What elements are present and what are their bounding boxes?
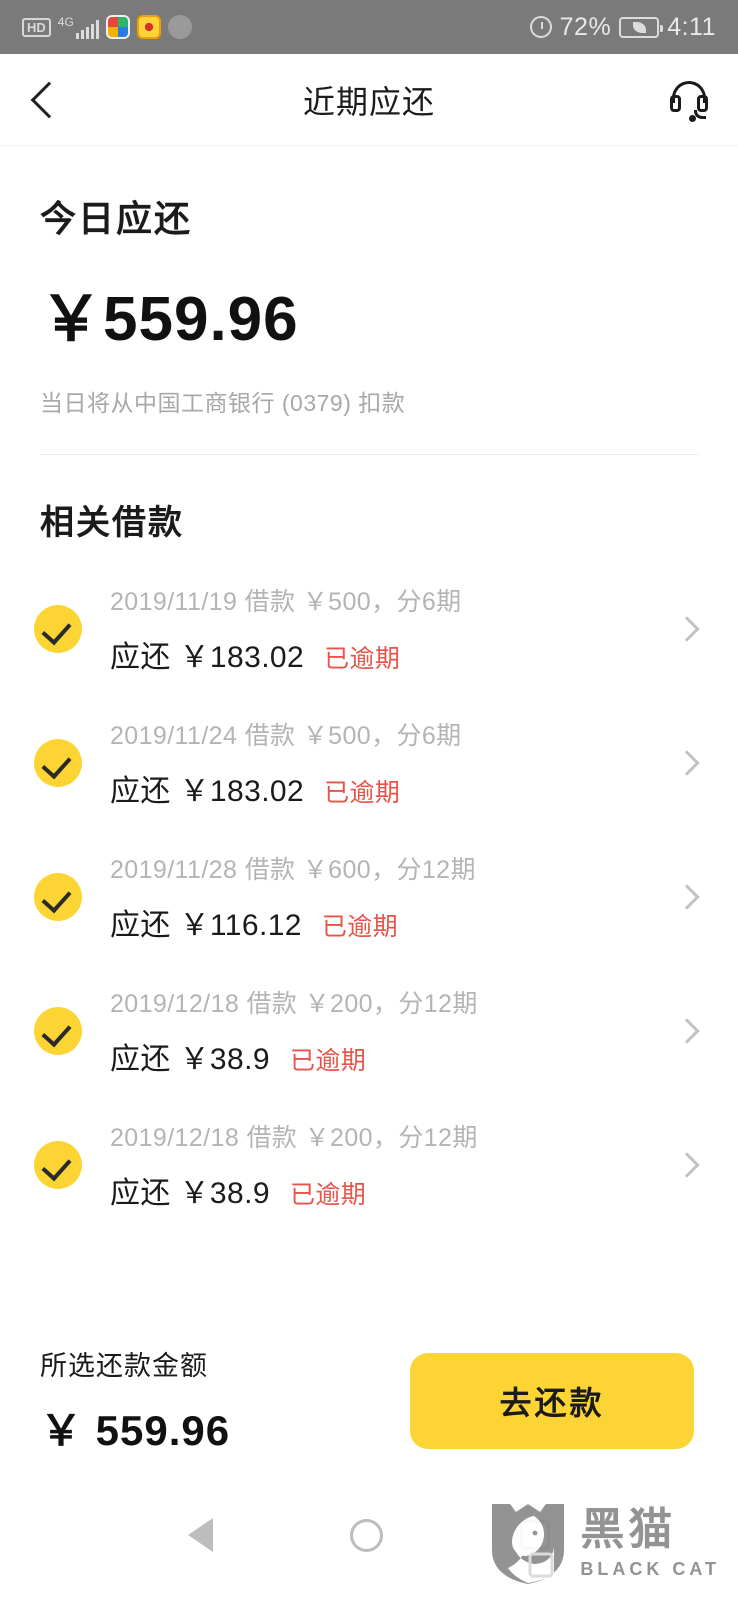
loan-due-row: 应还 ￥183.02 已逾期 [110,632,678,676]
chevron-right-icon [674,750,700,776]
selected-amount-block: 所选还款金额 ￥ 559.96 [40,1344,230,1458]
loan-status-badge: 已逾期 [324,779,401,807]
loan-meta: 2019/12/18 借款 ￥200，分12期 [110,990,478,1018]
nav-recents-square-icon[interactable] [519,1520,550,1550]
loan-due-amount: 应还 ￥116.12 [110,909,302,942]
loan-details: 2019/11/28 借款 ￥600，分12期应还 ￥116.12 已逾期 [110,850,678,944]
back-button[interactable] [28,81,88,118]
loan-status-badge: 已逾期 [321,913,399,941]
weibo-icon [136,15,161,39]
loan-list: 2019/11/19 借款 ￥500，分6期 应还 ￥183.02 已逾期 2019/… [0,562,738,1232]
headset-icon [668,79,710,122]
bottom-action-bar: 所选还款金额 ￥ 559.96 去还款 [0,1332,738,1470]
loan-details: 2019/11/24 借款 ￥500，分6期应还 ￥183.02 已逾期 [110,716,678,810]
loan-row[interactable]: 2019/12/18 借款 ￥200，分12期应还 ￥38.9 已逾期 [0,1098,738,1232]
loan-details: 2019/11/19 借款 ￥500，分6期应还 ￥183.02 已逾期 [110,582,678,676]
network-type-label: 4G [57,14,74,29]
loan-checkbox[interactable] [34,739,82,787]
related-loans-title: 相关借款 [40,504,184,542]
loan-meta: 2019/11/19 借款 ￥500，分6期 [110,588,462,616]
signal-bars-icon: 4G [58,16,99,39]
loan-due-row: 应还 ￥183.02 已逾期 [110,766,678,810]
loan-details: 2019/12/18 借款 ￥200，分12期应还 ￥38.9 已逾期 [110,1118,678,1212]
alarm-icon [529,16,552,38]
wechat-icon [167,15,192,39]
status-bar: HD 4G 72% 4:11 [0,0,738,54]
selected-amount-value: ￥ 559.96 [40,1407,231,1454]
status-bar-right: 72% 4:11 [529,12,716,42]
phone-screen: HD 4G 72% 4:11 近期应还 今日应还 ￥559.96 当日将从中国工… [0,0,738,1600]
qq-browser-icon [105,15,130,39]
loan-row[interactable]: 2019/11/28 借款 ￥600，分12期应还 ￥116.12 已逾期 [0,830,738,964]
back-chevron-icon [30,81,68,118]
loan-meta: 2019/11/28 借款 ￥600，分12期 [110,856,476,884]
loan-checkbox[interactable] [34,1141,82,1189]
loan-row[interactable]: 2019/11/24 借款 ￥500，分6期应还 ￥183.02 已逾期 [0,696,738,830]
deduction-note: 当日将从中国工商银行 (0379) 扣款 [40,390,406,416]
loan-due-amount: 应还 ￥183.02 [110,775,305,808]
loan-meta: 2019/11/24 借款 ￥500，分6期 [110,722,462,750]
app-header: 近期应还 [0,54,738,146]
signal-strength-bars [75,19,99,39]
nav-back-triangle-icon[interactable] [188,1518,214,1552]
loan-checkbox[interactable] [34,873,82,921]
customer-support-button[interactable] [650,79,710,122]
repay-button[interactable]: 去还款 [410,1353,694,1449]
loan-row[interactable]: 2019/12/18 借款 ￥200，分12期应还 ￥38.9 已逾期 [0,964,738,1098]
loan-due-row: 应还 ￥38.9 已逾期 [110,1034,678,1078]
chevron-right-icon [674,1152,700,1178]
selected-amount-label: 所选还款金额 [40,1351,208,1381]
loan-status-badge: 已逾期 [289,1181,367,1209]
nav-home-circle-icon[interactable] [349,1518,383,1552]
due-today-summary: 今日应还 ￥559.96 当日将从中国工商银行 (0379) 扣款 [0,146,738,418]
loan-status-badge: 已逾期 [324,645,401,673]
page-title: 近期应还 [302,83,435,120]
chevron-right-icon [674,1018,700,1044]
status-bar-left: HD 4G [22,15,192,39]
due-today-title: 今日应还 [40,198,193,239]
loan-due-row: 应还 ￥38.9 已逾期 [110,1168,678,1212]
battery-percent-label: 72% [559,12,612,41]
loan-due-amount: 应还 ￥38.9 [110,1043,270,1076]
clock-label: 4:11 [667,12,716,41]
loan-checkbox[interactable] [34,605,82,653]
due-today-amount: ￥559.96 [40,285,299,354]
loan-meta: 2019/12/18 借款 ￥200，分12期 [110,1124,478,1152]
hd-icon: HD [22,17,51,37]
loan-status-badge: 已逾期 [289,1047,367,1075]
chevron-right-icon [674,616,700,642]
loan-due-amount: 应还 ￥183.02 [110,641,305,674]
chevron-right-icon [674,884,700,910]
loan-row[interactable]: 2019/11/19 借款 ￥500，分6期应还 ￥183.02 已逾期 [0,562,738,696]
loan-details: 2019/12/18 借款 ￥200，分12期应还 ￥38.9 已逾期 [110,984,678,1078]
loan-due-row: 应还 ￥116.12 已逾期 [110,900,678,944]
android-nav-bar [0,1470,738,1600]
loan-due-amount: 应还 ￥38.9 [110,1177,270,1210]
loan-checkbox[interactable] [34,1007,82,1055]
battery-saver-icon [619,16,664,38]
